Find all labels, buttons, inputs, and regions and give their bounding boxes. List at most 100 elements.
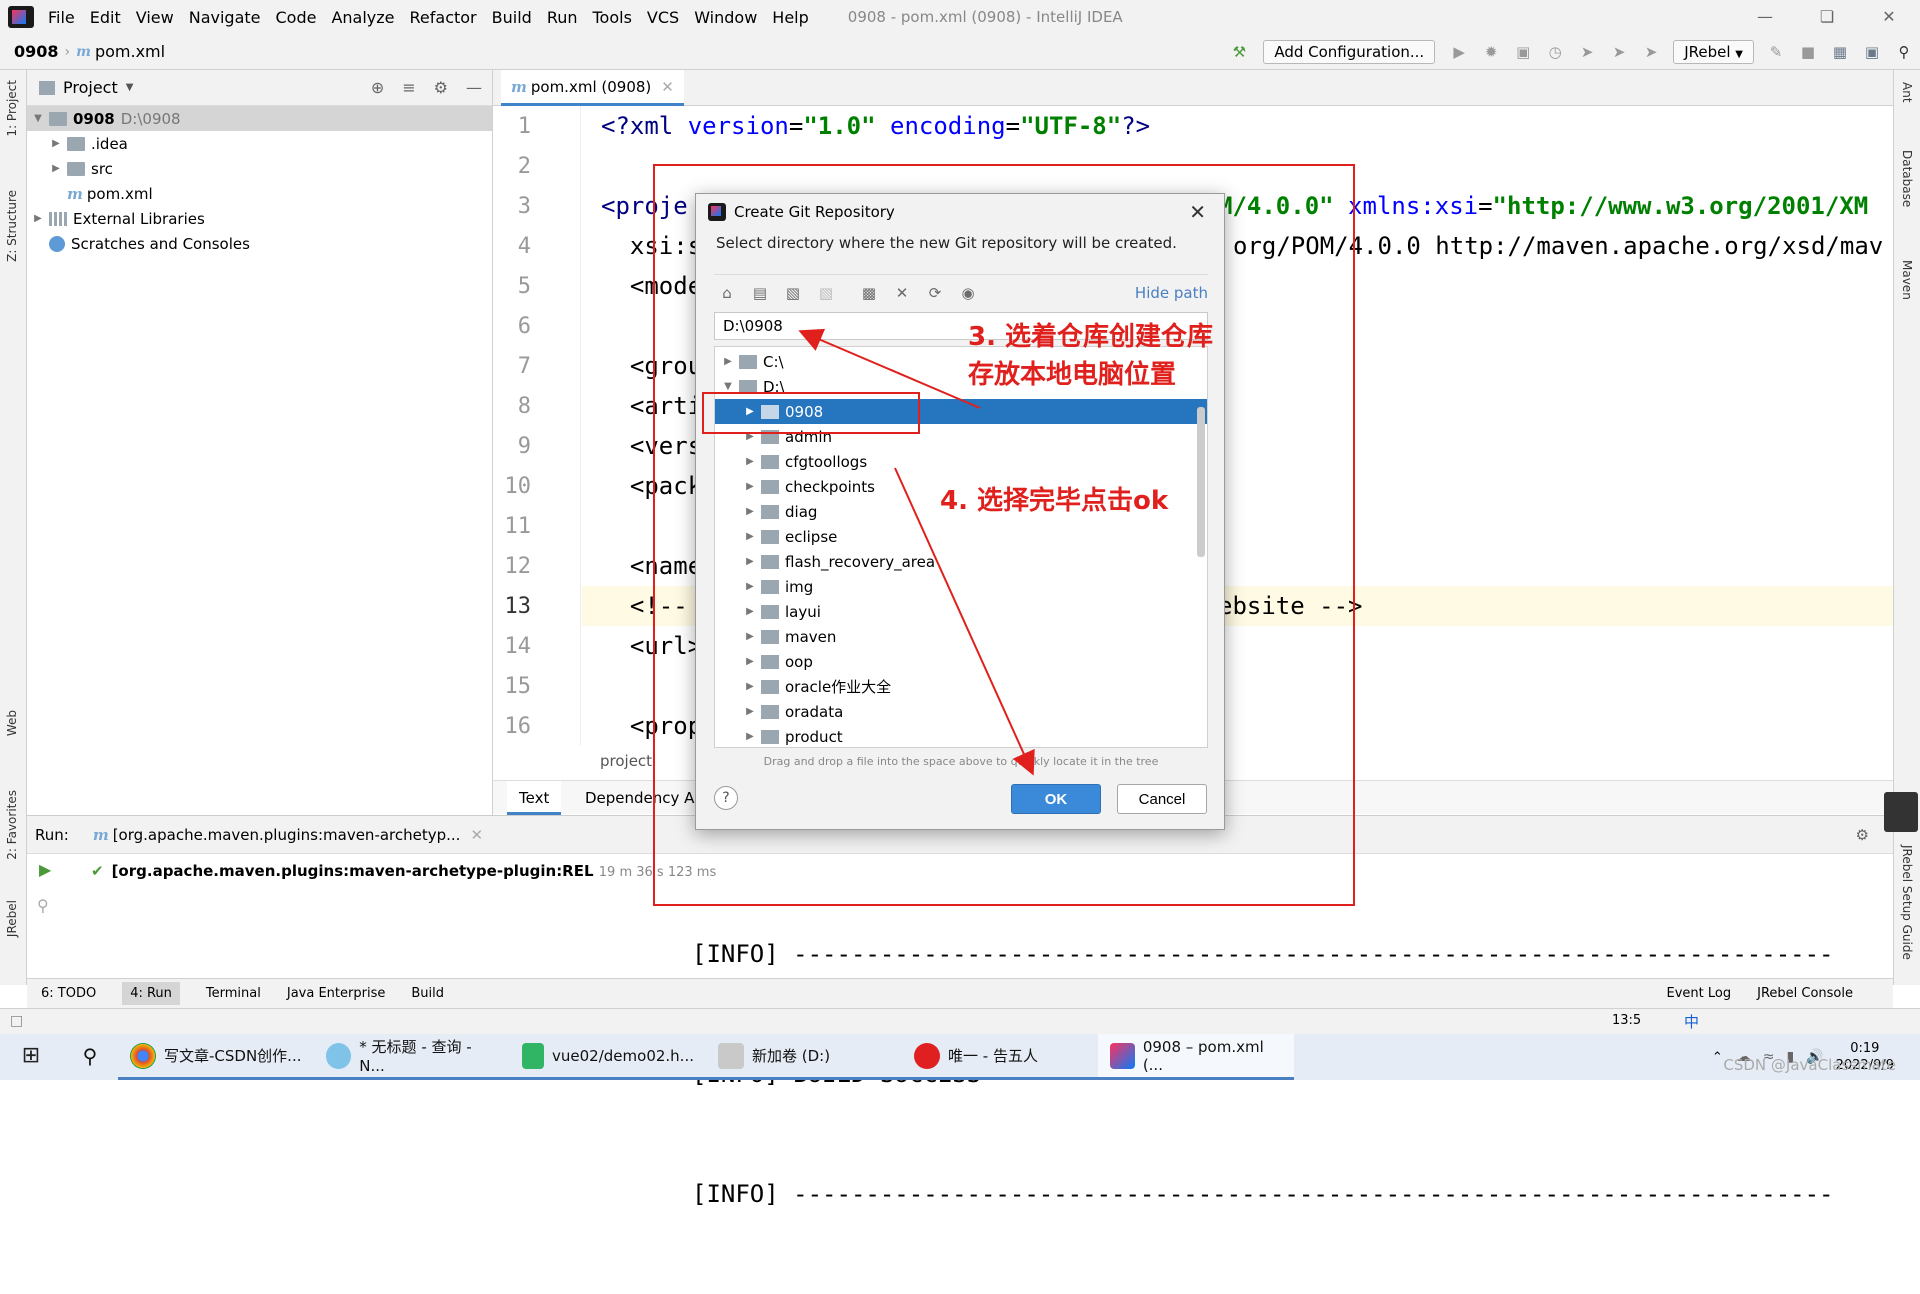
menu-window[interactable]: Window — [694, 8, 757, 27]
stop-icon[interactable]: ■ — [1795, 39, 1821, 65]
directory-tree[interactable]: ▶ C:\ ▼ D:\ ▶ 0908 ▶ admin ▶ cfgtoollogs ▶ che… — [714, 346, 1208, 748]
tab-text[interactable]: Text — [507, 781, 562, 815]
rerun-icon[interactable]: ▶ — [39, 860, 51, 879]
project-panel-title[interactable]: Project — [63, 78, 118, 97]
collapsed-arrow-icon[interactable]: ▶ — [743, 581, 757, 592]
close-tab-icon[interactable]: ✕ — [661, 78, 674, 96]
collapsed-arrow-icon[interactable]: ▶ — [743, 556, 757, 567]
search-icon[interactable]: ⚲ — [62, 1034, 118, 1080]
build-hammer-icon[interactable]: ⚒ — [1226, 39, 1252, 65]
gear-icon[interactable]: ⚙ — [434, 78, 448, 97]
favorites-tool-tab[interactable]: 2: Favorites — [5, 790, 19, 860]
tree-item-eclipse[interactable]: ▶ eclipse — [715, 524, 1207, 549]
chevron-down-icon[interactable]: ▼ — [126, 82, 134, 93]
maven-tool-tab[interactable]: Maven — [1900, 260, 1914, 300]
taskbar-music[interactable]: 唯一 - 告五人 — [902, 1034, 1098, 1080]
todo-tool-tab[interactable]: 6: TODO — [41, 986, 96, 1001]
web-tool-tab[interactable]: Web — [5, 710, 19, 736]
menu-edit[interactable]: Edit — [90, 8, 121, 27]
jrebel-select[interactable]: JRebel ▼ — [1673, 40, 1754, 64]
status-layout-icon[interactable]: □ — [10, 1013, 23, 1029]
layout-icon[interactable]: ▣ — [1859, 39, 1885, 65]
collapsed-arrow-icon[interactable]: ▶ — [743, 706, 757, 717]
locate-icon[interactable]: ⊕ — [371, 78, 384, 97]
caret-position[interactable]: 13:5 — [1612, 1013, 1641, 1028]
menu-refactor[interactable]: Refactor — [410, 8, 477, 27]
tree-item-oop[interactable]: ▶ oop — [715, 649, 1207, 674]
tree-item-product[interactable]: ▶ product — [715, 724, 1207, 747]
tree-item-pom[interactable]: m pom.xml — [27, 181, 492, 206]
jrebel-run-icon[interactable]: ➤ — [1574, 39, 1600, 65]
build-tool-tab[interactable]: Build — [411, 986, 444, 1001]
profile-icon[interactable]: ◷ — [1542, 39, 1568, 65]
run-tab[interactable]: [org.apache.maven.plugins:maven-archetyp… — [113, 826, 461, 844]
jrebel-tool-tab[interactable]: JRebel — [5, 900, 19, 937]
minimize-icon[interactable]: — — [1734, 0, 1796, 34]
taskbar-explorer[interactable]: 新加卷 (D:) — [706, 1034, 902, 1080]
collapsed-arrow-icon[interactable]: ▶ — [743, 656, 757, 667]
new-folder-icon[interactable]: ▩ — [856, 281, 882, 305]
collapsed-arrow-icon[interactable]: ▶ — [743, 681, 757, 692]
tree-item-idea[interactable]: ▶ .idea — [27, 131, 492, 156]
collapsed-arrow-icon[interactable]: ▶ — [743, 406, 757, 417]
search-icon[interactable]: ⚲ — [1891, 39, 1917, 65]
add-configuration-button[interactable]: Add Configuration... — [1263, 40, 1436, 64]
cancel-button[interactable]: Cancel — [1117, 784, 1207, 814]
menu-code[interactable]: Code — [276, 8, 317, 27]
tree-item-cfgtoollogs[interactable]: ▶ cfgtoollogs — [715, 449, 1207, 474]
tree-scrollbar[interactable] — [1197, 407, 1205, 557]
menu-navigate[interactable]: Navigate — [189, 8, 261, 27]
gear-icon[interactable]: ⚙ — [1856, 826, 1869, 844]
delete-icon[interactable]: ✕ — [889, 281, 915, 305]
taskbar-chrome[interactable]: 写文章-CSDN创作... — [118, 1034, 314, 1080]
home-icon[interactable]: ⌂ — [714, 281, 740, 305]
collapsed-arrow-icon[interactable]: ▶ — [743, 731, 757, 742]
structure-tool-tab[interactable]: Z: Structure — [5, 190, 19, 262]
menu-help[interactable]: Help — [772, 8, 808, 27]
show-hidden-icon[interactable]: ◉ — [955, 281, 981, 305]
tree-item-root[interactable]: ▼ 0908 D:\0908 — [27, 106, 492, 131]
debug-icon[interactable]: ✹ — [1478, 39, 1504, 65]
tree-item-external-libraries[interactable]: ▶ External Libraries — [27, 206, 492, 231]
tree-item-src[interactable]: ▶ src — [27, 156, 492, 181]
tree-item-oracle[interactable]: ▶ oracle作业大全 — [715, 674, 1207, 699]
menu-run[interactable]: Run — [547, 8, 578, 27]
menu-build[interactable]: Build — [492, 8, 532, 27]
collapsed-arrow-icon[interactable]: ▶ — [31, 213, 45, 224]
start-button[interactable]: ⊞ — [0, 1034, 62, 1080]
ant-tool-tab[interactable]: Ant — [1900, 82, 1914, 103]
tree-item-scratches[interactable]: Scratches and Consoles — [27, 231, 492, 256]
menu-view[interactable]: View — [136, 8, 174, 27]
editor-tab-pom[interactable]: m pom.xml (0908) ✕ — [501, 70, 684, 106]
collapsed-arrow-icon[interactable]: ▶ — [743, 456, 757, 467]
ok-button[interactable]: OK — [1011, 784, 1101, 814]
restore-icon[interactable]: ❏ — [1796, 0, 1858, 34]
collapsed-arrow-icon[interactable]: ▶ — [743, 631, 757, 642]
collapse-icon[interactable]: ≡ — [402, 78, 415, 97]
jrebel-tool-icon[interactable]: ✎ — [1763, 39, 1789, 65]
jrebel-debug-icon[interactable]: ➤ — [1606, 39, 1632, 65]
collapsed-arrow-icon[interactable]: ▶ — [743, 431, 757, 442]
tree-item-0908[interactable]: ▶ 0908 — [715, 399, 1207, 424]
tab-dependency-analyzer[interactable]: Dependency A — [573, 781, 706, 815]
collapsed-arrow-icon[interactable]: ▶ — [49, 138, 63, 149]
tree-item-layui[interactable]: ▶ layui — [715, 599, 1207, 624]
database-tool-tab[interactable]: Database — [1900, 150, 1914, 207]
run-tool-tab[interactable]: 4: Run — [122, 982, 180, 1005]
module-folder-icon[interactable]: ▧ — [813, 281, 839, 305]
collapsed-arrow-icon[interactable]: ▶ — [743, 506, 757, 517]
collapsed-arrow-icon[interactable]: ▶ — [49, 163, 63, 174]
collapsed-arrow-icon[interactable]: ▶ — [743, 481, 757, 492]
coverage-icon[interactable]: ▣ — [1510, 39, 1536, 65]
jrebel-update-icon[interactable]: ➤ — [1638, 39, 1664, 65]
breadcrumb-file[interactable]: pom.xml — [95, 42, 165, 61]
run-icon[interactable]: ▶ — [1446, 39, 1472, 65]
menu-vcs[interactable]: VCS — [647, 8, 679, 27]
tree-item-flash-recovery-area[interactable]: ▶ flash_recovery_area — [715, 549, 1207, 574]
taskbar-intellij[interactable]: 0908 – pom.xml (... — [1098, 1034, 1294, 1080]
tree-item-maven[interactable]: ▶ maven — [715, 624, 1207, 649]
refresh-icon[interactable]: ⟳ — [922, 281, 948, 305]
jrebel-badge-icon[interactable] — [1884, 792, 1918, 832]
event-log-tab[interactable]: Event Log — [1667, 986, 1732, 1001]
jrebel-console-tab[interactable]: JRebel Console — [1757, 986, 1853, 1001]
